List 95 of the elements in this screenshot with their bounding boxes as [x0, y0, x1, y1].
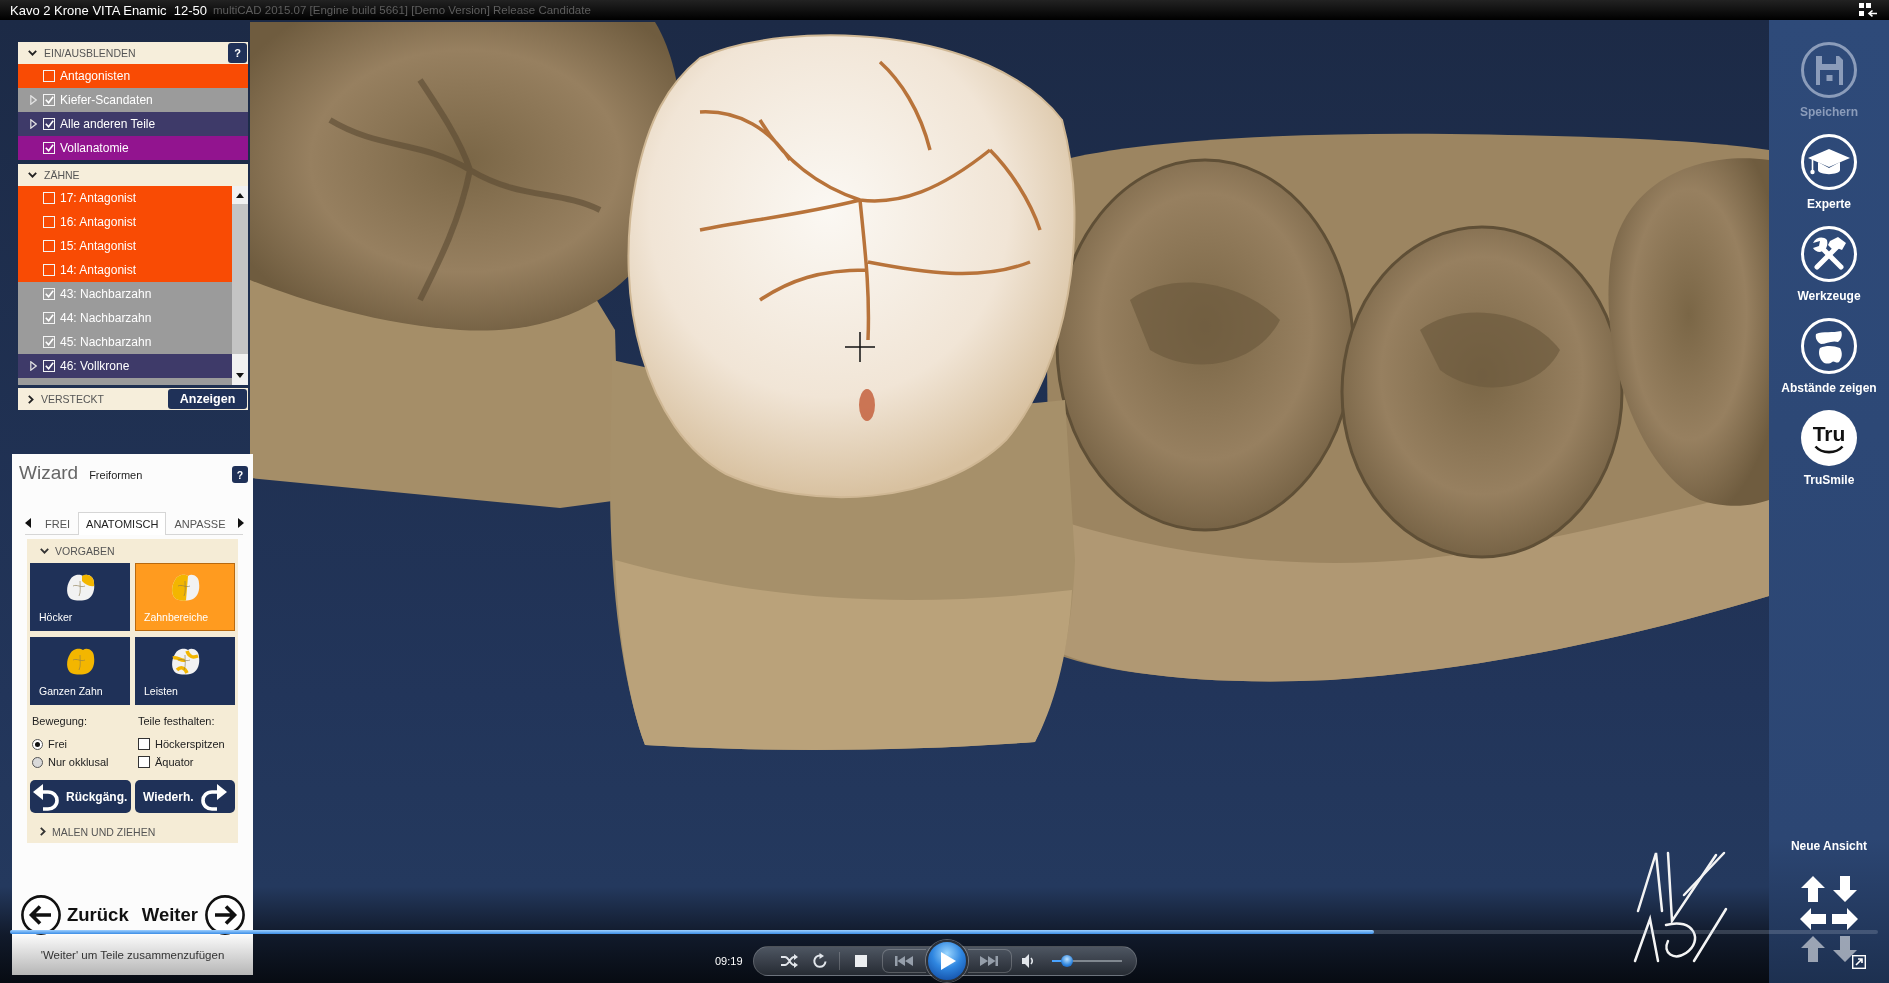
checkbox[interactable] — [138, 756, 150, 768]
graduation-cap-icon — [1801, 134, 1857, 190]
skip-forward-icon — [980, 956, 998, 966]
sidebar-button[interactable]: Abstände zeigen — [1781, 318, 1877, 396]
chevron-down-icon[interactable] — [40, 547, 49, 554]
wizard-title: Wizard — [19, 462, 79, 484]
radio-button[interactable] — [32, 756, 43, 768]
layer-label: 14: Antagonist — [60, 263, 137, 277]
window-caption: multiCAD 2015.07 [Engine build 5661] [Demo Version] Release Candidate — [213, 4, 591, 16]
section-title: VERSTECKT — [41, 393, 104, 405]
group-label: Teile festhalten: — [138, 714, 216, 728]
layer-label: 44: Nachbarzahn — [60, 311, 152, 325]
arrow-right-icon[interactable] — [1832, 908, 1858, 930]
scrollbar[interactable] — [232, 186, 248, 385]
shuffle-icon[interactable] — [779, 953, 798, 969]
arrow-up-icon[interactable] — [236, 193, 244, 198]
section-title: EIN/AUSBLENDEN — [44, 47, 136, 59]
chevron-right-icon[interactable] — [28, 394, 34, 404]
checkbox[interactable] — [138, 738, 150, 750]
sidebar-button[interactable]: Tru TruSmile — [1801, 410, 1857, 488]
help-button[interactable]: ? — [232, 466, 248, 483]
tooth-icon — [169, 572, 201, 602]
wrench-hammer-icon — [1801, 226, 1857, 282]
scrollbar-thumb[interactable] — [232, 204, 248, 354]
section-toggle[interactable]: MALEN UND ZIEHEN — [30, 820, 156, 841]
radio-label: Frei — [48, 738, 67, 750]
section-title: ZÄHNE — [44, 169, 80, 181]
previous-button[interactable] — [881, 949, 926, 973]
tooth-icon — [64, 572, 96, 602]
arrow-down-icon[interactable] — [236, 373, 244, 378]
layer-label: Vollanatomie — [60, 141, 129, 155]
layer-label: 17: Antagonist — [60, 191, 137, 205]
checkbox-label: Äquator — [155, 756, 194, 768]
checkbox-label: Höckerspitzen — [155, 738, 225, 750]
layer-label: 45: Nachbarzahn — [60, 335, 152, 349]
redo-button[interactable]: Wiederh. — [135, 780, 235, 813]
undo-button[interactable]: Rückgäng. — [30, 780, 131, 813]
section-toggle[interactable]: VORGABEN — [30, 539, 115, 560]
hint-text: 'Weiter' um Teile zusammenzufügen — [40, 949, 225, 961]
wizard-subtitle: Freiformen — [89, 469, 143, 481]
help-button[interactable]: ? — [228, 43, 247, 63]
arrow-right-icon[interactable] — [237, 518, 244, 528]
chevron-down-icon[interactable] — [28, 172, 37, 178]
teeth-icon — [1801, 318, 1857, 374]
view-label: Neue Ansicht — [1790, 838, 1868, 854]
chevron-down-icon[interactable] — [28, 50, 37, 56]
sidebar-button[interactable]: Werkzeuge — [1797, 226, 1861, 304]
show-button[interactable]: Anzeigen — [168, 389, 247, 409]
sidebar-button[interactable]: Experte — [1801, 134, 1857, 212]
layer-label: 16: Antagonist — [60, 215, 137, 229]
triangle-icon[interactable] — [30, 119, 37, 129]
grid-arrow-icon[interactable] — [1859, 3, 1877, 17]
layer-label: 43: Nachbarzahn — [60, 287, 152, 301]
redo-icon — [200, 782, 227, 811]
tooth-icon — [64, 646, 96, 676]
arrow-up-icon[interactable] — [1801, 876, 1825, 902]
group-label: Bewegung: — [32, 714, 89, 728]
fullscreen-icon[interactable] — [1852, 955, 1866, 969]
speaker-icon[interactable] — [1021, 954, 1034, 968]
volume-slider[interactable] — [1051, 955, 1122, 967]
preset-tile[interactable]: Höcker — [30, 563, 130, 631]
layer-row[interactable]: 46: Vollkrone — [18, 354, 232, 378]
repeat-icon[interactable] — [811, 953, 828, 969]
crosshair-cursor-icon — [845, 332, 875, 362]
tab[interactable]: ANATOMISCH — [78, 512, 167, 535]
window-title: Kavo 2 Krone VITA Enamic 12-50 — [9, 2, 208, 18]
layer-row[interactable]: Alle anderen Teile — [18, 112, 248, 136]
layer-label: 15: Antagonist — [60, 239, 137, 253]
tab[interactable]: ANPASSE — [166, 513, 234, 535]
radio-label: Nur okklusal — [48, 756, 109, 768]
layer-label: 46: Vollkrone — [60, 359, 130, 373]
logo-icon — [1632, 849, 1729, 964]
layer-label: Kiefer-Scandaten — [60, 93, 153, 107]
arrow-left-icon[interactable] — [25, 518, 31, 528]
next-button[interactable] — [967, 949, 1012, 973]
triangle-icon[interactable] — [30, 361, 37, 371]
arrow-down-icon[interactable] — [1833, 876, 1857, 902]
floppy-disk-icon — [1801, 42, 1857, 98]
radio-button[interactable] — [32, 738, 43, 750]
undo-icon — [33, 782, 59, 811]
volume-thumb[interactable] — [1060, 955, 1073, 967]
chevron-right-icon[interactable] — [40, 827, 46, 836]
arrow-left-icon[interactable] — [1800, 908, 1826, 930]
preset-tile[interactable]: Ganzen Zahn — [30, 637, 130, 705]
smile-logo-icon: Tru — [1801, 410, 1857, 466]
layer-row[interactable]: Vollanatomie — [18, 136, 248, 160]
tooth-icon — [169, 646, 201, 676]
seek-bar[interactable] — [10, 930, 1878, 934]
tab[interactable]: FREI — [37, 513, 79, 535]
stop-icon[interactable] — [854, 955, 867, 967]
layer-label: Alle anderen Teile — [60, 117, 156, 131]
layer-label: Antagonisten — [60, 69, 131, 83]
time-label: 09:19 — [714, 955, 743, 967]
preset-tile[interactable]: Leisten — [135, 637, 235, 705]
skip-back-icon — [895, 956, 913, 966]
